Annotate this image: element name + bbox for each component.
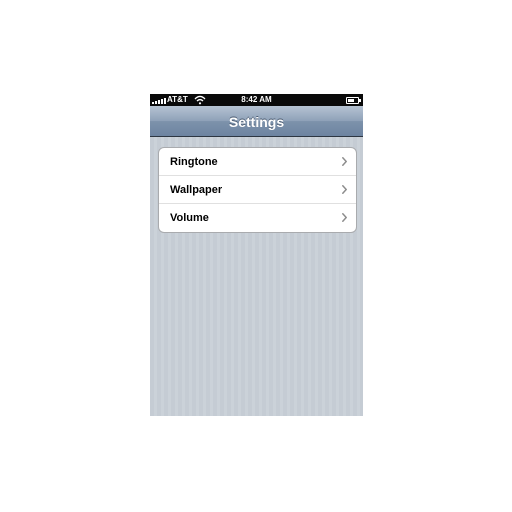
settings-row-wallpaper[interactable]: Wallpaper <box>159 176 356 204</box>
settings-row-label: Volume <box>170 212 209 224</box>
page-title: Settings <box>228 114 285 130</box>
settings-row-ringtone[interactable]: Ringtone <box>159 148 356 176</box>
status-time: 8:42 AM <box>241 95 272 104</box>
battery-nub <box>359 99 361 102</box>
settings-row-volume[interactable]: Volume <box>159 204 356 232</box>
settings-row-label: Wallpaper <box>170 184 223 196</box>
battery-level-fill <box>348 99 354 102</box>
phone-screen: AT&T 8:42 AM Settings Ringtone Wallpaper <box>150 94 363 416</box>
settings-list: Ringtone Wallpaper Volume <box>158 147 357 233</box>
navigation-bar: Settings <box>150 106 363 137</box>
chevron-right-icon <box>342 213 347 222</box>
status-bar: AT&T 8:42 AM <box>150 94 363 106</box>
chevron-right-icon <box>342 157 347 166</box>
settings-row-label: Ringtone <box>170 156 218 168</box>
battery-icon <box>346 97 359 104</box>
chevron-right-icon <box>342 185 347 194</box>
